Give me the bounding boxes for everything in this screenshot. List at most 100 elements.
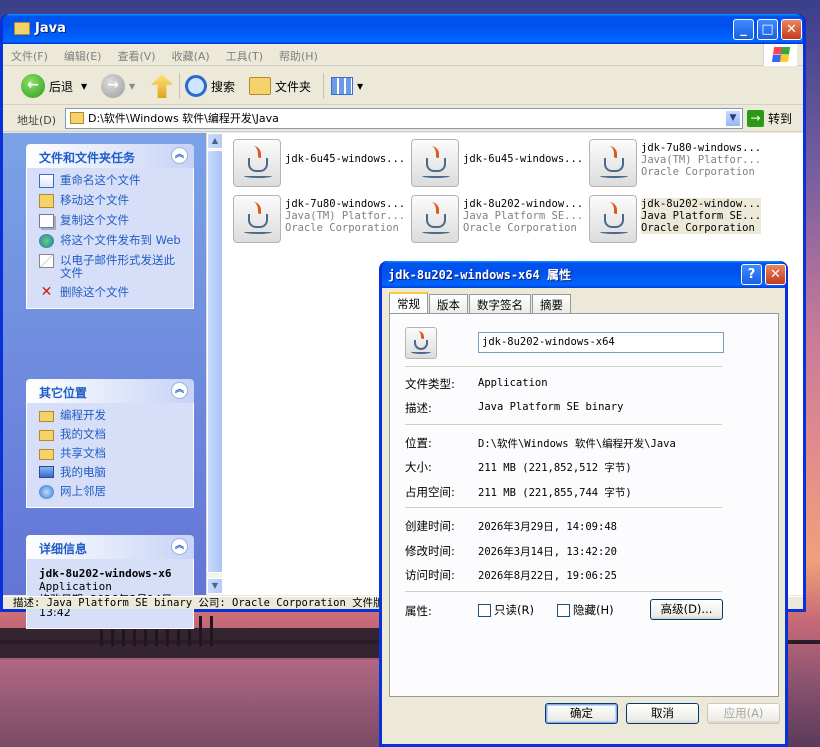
place-label: 我的电脑 [60,465,106,479]
forward-arrow-icon: → [101,74,125,98]
tab-digital-signatures[interactable]: 数字签名 [469,294,531,313]
task-rename[interactable]: 重命名这个文件 [39,174,185,188]
menu-view[interactable]: 查看(V) [109,44,163,68]
address-bar: 地址(D) D:\软件\Windows 软件\编程开发\Java ▼ → 转到 [3,106,803,132]
disk-value: 211 MB (221,855,744 字节) [478,487,632,499]
file-description: Java(TM) Platfor... [285,210,406,222]
task-pane-scrollbar[interactable]: ▲ ▼ [206,133,223,595]
details-header[interactable]: 详细信息 ︽ [26,535,194,559]
cancel-button[interactable]: 取消 [626,703,699,724]
dialog-title: jdk-8u202-windows-x64 属性 [388,268,571,282]
task-label: 重命名这个文件 [60,173,141,187]
tab-summary[interactable]: 摘要 [532,294,571,313]
email-icon [39,254,54,268]
up-button[interactable] [151,71,173,101]
file-item[interactable]: jdk-8u202-window... Java Platform SE... Or… [405,192,584,244]
task-move[interactable]: 移动这个文件 [39,194,185,208]
explorer-titlebar[interactable]: Java _ □ ✕ [3,14,803,44]
file-item[interactable]: jdk-6u45-windows... [405,136,583,188]
task-email[interactable]: 以电子邮件形式发送此文件 [39,254,185,280]
scroll-up-icon[interactable]: ▲ [207,133,223,149]
place-label: 我的文档 [60,427,106,441]
menu-file[interactable]: 文件(F) [3,44,56,68]
place-shared-documents[interactable]: 共享文档 [39,447,185,460]
address-label: 地址(D) [17,114,57,127]
folder-icon [14,22,30,35]
filename-input[interactable]: jdk-8u202-windows-x64 [478,332,724,353]
file-tasks-header[interactable]: 文件和文件夹任务 ︽ [26,144,194,168]
file-name: jdk-8u202-window... [463,198,584,210]
move-icon [39,194,54,208]
collapse-chevron-icon[interactable]: ︽ [171,147,188,164]
hidden-label: 隐藏(H) [573,603,614,617]
other-places-title: 其它位置 [39,386,88,400]
views-button[interactable]: ▼ [331,71,363,101]
back-dropdown-icon[interactable]: ▼ [81,82,87,91]
help-button[interactable]: ? [741,264,762,285]
dialog-close-button[interactable]: ✕ [765,264,786,285]
readonly-checkbox[interactable]: 只读(R) [478,602,534,618]
task-delete[interactable]: ✕ 删除这个文件 [39,285,185,300]
file-name: jdk-7u80-windows... [641,142,762,154]
dialog-titlebar[interactable]: jdk-8u202-windows-x64 属性 ? ✕ [382,261,786,288]
views-icon [331,77,353,95]
attributes-label: 属性: [405,604,432,618]
advanced-button[interactable]: 高级(D)... [650,599,723,620]
dialog-body: 常规 版本 数字签名 摘要 jdk-8u202-windows-x64 文件类型… [382,288,785,744]
accessed-label: 访问时间: [405,568,455,582]
place-label: 共享文档 [60,446,106,460]
tab-version[interactable]: 版本 [429,294,468,313]
scroll-down-icon[interactable]: ▼ [207,578,223,594]
apply-button[interactable]: 应用(A) [707,703,780,724]
address-dropdown-icon[interactable]: ▼ [725,110,741,127]
menu-favorites[interactable]: 收藏(A) [164,44,218,68]
file-name: jdk-7u80-windows... [285,198,406,210]
file-item-selected[interactable]: jdk-8u202-window... Java Platform SE... Or… [583,192,762,244]
place-network[interactable]: 网上邻居 [39,485,185,499]
file-description: Java(TM) Platfor... [641,154,762,166]
menu-edit[interactable]: 编辑(E) [56,44,110,68]
folders-button[interactable]: 文件夹 [249,71,311,101]
collapse-chevron-icon[interactable]: ︽ [171,382,188,399]
collapse-chevron-icon[interactable]: ︽ [171,538,188,555]
file-item[interactable]: jdk-7u80-windows... Java(TM) Platfor... Or… [583,136,762,188]
other-places-header[interactable]: 其它位置 ︽ [26,379,194,403]
address-input[interactable]: D:\软件\Windows 软件\编程开发\Java ▼ [65,108,743,129]
modified-label: 修改时间: [405,544,455,558]
place-my-documents[interactable]: 我的文档 [39,428,185,441]
task-publish-web[interactable]: 将这个文件发布到 Web [39,234,185,248]
java-icon [589,139,637,187]
search-button[interactable]: 搜索 [185,71,235,101]
go-button[interactable]: → 转到 [747,108,792,129]
details-type: Application [39,580,112,593]
file-item[interactable]: jdk-6u45-windows... [227,136,405,188]
properties-dialog: jdk-8u202-windows-x64 属性 ? ✕ 常规 版本 数字签名 … [379,261,788,747]
hidden-checkbox[interactable]: 隐藏(H) [557,602,614,618]
location-value: D:\软件\Windows 软件\编程开发\Java [478,438,676,450]
copy-icon [39,214,54,228]
menu-tools[interactable]: 工具(T) [218,44,271,68]
file-tasks-panel: 文件和文件夹任务 ︽ 重命名这个文件 移动这个文件 复制这个文件 将这个文件发布… [26,144,194,309]
forward-dropdown-icon[interactable]: ▼ [129,82,135,91]
toolbar: ← 后退 ▼ → ▼ 搜索 文件夹 ▼ [3,67,803,105]
close-button[interactable]: ✕ [781,19,802,40]
file-company: Oracle Corporation [641,222,755,234]
place-label: 编程开发 [60,408,106,422]
search-icon [185,75,207,97]
tab-general[interactable]: 常规 [389,292,428,313]
type-value: Application [478,377,548,389]
menu-help[interactable]: 帮助(H) [271,44,326,68]
task-copy[interactable]: 复制这个文件 [39,214,185,228]
window-title: Java [35,21,66,36]
place-label: 网上邻居 [60,484,106,498]
maximize-button[interactable]: □ [757,19,778,40]
ok-button[interactable]: 确定 [545,703,618,724]
forward-button[interactable]: → ▼ [101,71,135,101]
minimize-button[interactable]: _ [733,19,754,40]
file-item[interactable]: jdk-7u80-windows... Java(TM) Platfor... Or… [227,192,406,244]
place-my-computer[interactable]: 我的电脑 [39,466,185,479]
back-button[interactable]: ← 后退 ▼ [21,71,87,101]
go-arrow-icon: → [747,110,764,127]
place-programming[interactable]: 编程开发 [39,409,185,422]
scroll-thumb[interactable] [207,150,223,573]
